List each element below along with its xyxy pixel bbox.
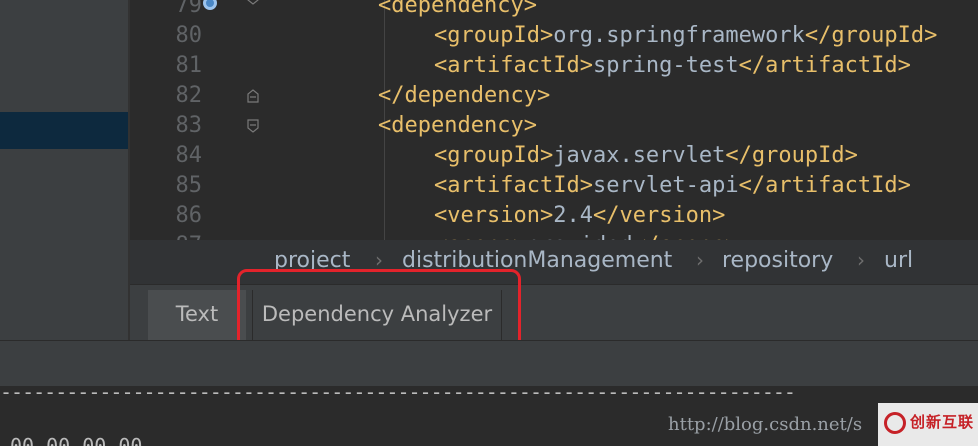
fold-icon[interactable] (247, 0, 259, 5)
xml-tag: </version> (592, 203, 726, 228)
xml-tag: </artifactId> (738, 173, 911, 198)
xml-tag: </scope> (633, 233, 739, 240)
line-number: 81 (175, 53, 203, 78)
line-number: 80 (175, 23, 203, 48)
logo-icon (884, 412, 906, 434)
xml-tag: <artifactId> (434, 173, 593, 198)
code-line[interactable]: 86 <version>2.4</version> (130, 201, 978, 231)
code-line[interactable]: 84 <groupId>javax.servlet</groupId> (130, 141, 978, 171)
xml-tag: <dependency> (378, 113, 537, 138)
console-separator-line: ----------------------------------------… (0, 386, 796, 404)
xml-text: servlet-api (592, 173, 739, 198)
code-editor[interactable]: 79 <dependency> 80 <groupId>org.springframe… (130, 0, 978, 240)
code-line[interactable]: 82 </dependency> (130, 81, 978, 111)
code-content: <version>2.4</version> (434, 201, 725, 231)
breadcrumb-item-url[interactable]: url (884, 248, 913, 273)
watermark-logo: 创新互联 (878, 403, 978, 446)
code-line[interactable]: 85 <artifactId>servlet-api</artifactId> (130, 171, 978, 201)
code-line[interactable]: 87 <scope>provided</scope> (130, 231, 978, 240)
xml-tag: </artifactId> (738, 53, 911, 78)
watermark-url: http://blog.csdn.net/s (668, 414, 863, 435)
code-content: <dependency> (378, 0, 537, 21)
code-content: <scope>provided</scope> (434, 231, 739, 240)
xml-tag: </groupId> (725, 143, 858, 168)
xml-text: provided (527, 233, 633, 240)
fold-icon[interactable] (247, 119, 259, 133)
line-number: 87 (152, 231, 203, 240)
xml-tag: <dependency> (378, 0, 537, 18)
selected-tree-row[interactable] (0, 112, 128, 149)
fold-icon[interactable] (247, 89, 259, 103)
code-line[interactable]: 80 <groupId>org.springframework</groupId> (130, 21, 978, 51)
code-content: <groupId>org.springframework</groupId> (434, 21, 937, 51)
xml-tag: </dependency> (378, 83, 551, 108)
xml-tag: <artifactId> (434, 53, 593, 78)
maven-gutter-icon[interactable] (203, 0, 217, 10)
xml-tag: </groupId> (804, 23, 938, 48)
breadcrumb-item-repository[interactable]: repository (722, 248, 833, 273)
line-number: 85 (175, 173, 203, 198)
xml-text: javax.servlet (553, 143, 726, 168)
code-content: <artifactId>spring-test</artifactId> (434, 51, 911, 81)
xml-tag: <scope> (434, 233, 527, 240)
breadcrumb-separator: › (696, 248, 704, 272)
console-partial-line: 00 00 00 00 (10, 434, 143, 446)
xml-tag: <version> (434, 203, 554, 228)
code-line[interactable]: 81 <artifactId>spring-test</artifactId> (130, 51, 978, 81)
line-number: 82 (175, 83, 203, 108)
code-content: <groupId>javax.servlet</groupId> (434, 141, 858, 171)
line-number: 84 (175, 143, 203, 168)
code-content: <dependency> (378, 111, 537, 141)
xml-tag: <groupId> (434, 23, 554, 48)
code-line[interactable]: 79 <dependency> (130, 0, 978, 21)
breadcrumb-separator: › (857, 248, 865, 272)
code-content: </dependency> (378, 81, 550, 111)
line-number: 79 (175, 0, 203, 18)
logo-text: 创新互联 (910, 413, 975, 431)
code-content: <artifactId>servlet-api</artifactId> (434, 171, 911, 201)
xml-text: org.springframework (553, 23, 805, 48)
tool-window-header (0, 340, 978, 387)
xml-text: 2.4 (553, 203, 593, 228)
line-number: 83 (175, 113, 203, 138)
tab-text[interactable]: Text (148, 290, 246, 341)
xml-tag: <groupId> (434, 143, 554, 168)
xml-text: spring-test (592, 53, 739, 78)
project-tool-window (0, 0, 128, 340)
code-line[interactable]: 83 <dependency> (130, 111, 978, 141)
line-number: 86 (175, 203, 203, 228)
